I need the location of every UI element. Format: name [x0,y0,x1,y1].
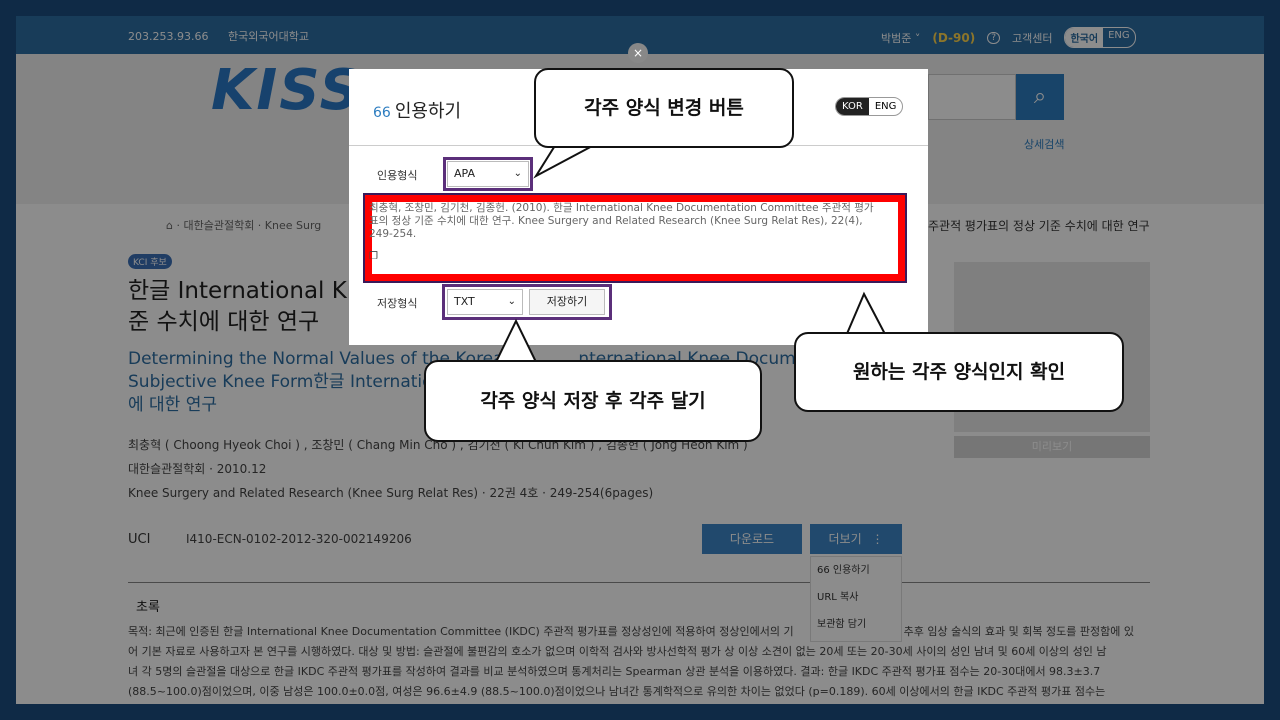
callout-save-and-attach: 각주 양식 저장 후 각주 달기 [424,360,762,442]
callout-confirm-format: 원하는 각주 양식인지 확인 [794,332,1124,412]
browser-frame: 203.253.93.66 한국외국어대학교 박범준 ˅ (D-90) ? 고객… [16,16,1264,704]
callout-change-format: 각주 양식 변경 버튼 [534,68,794,148]
